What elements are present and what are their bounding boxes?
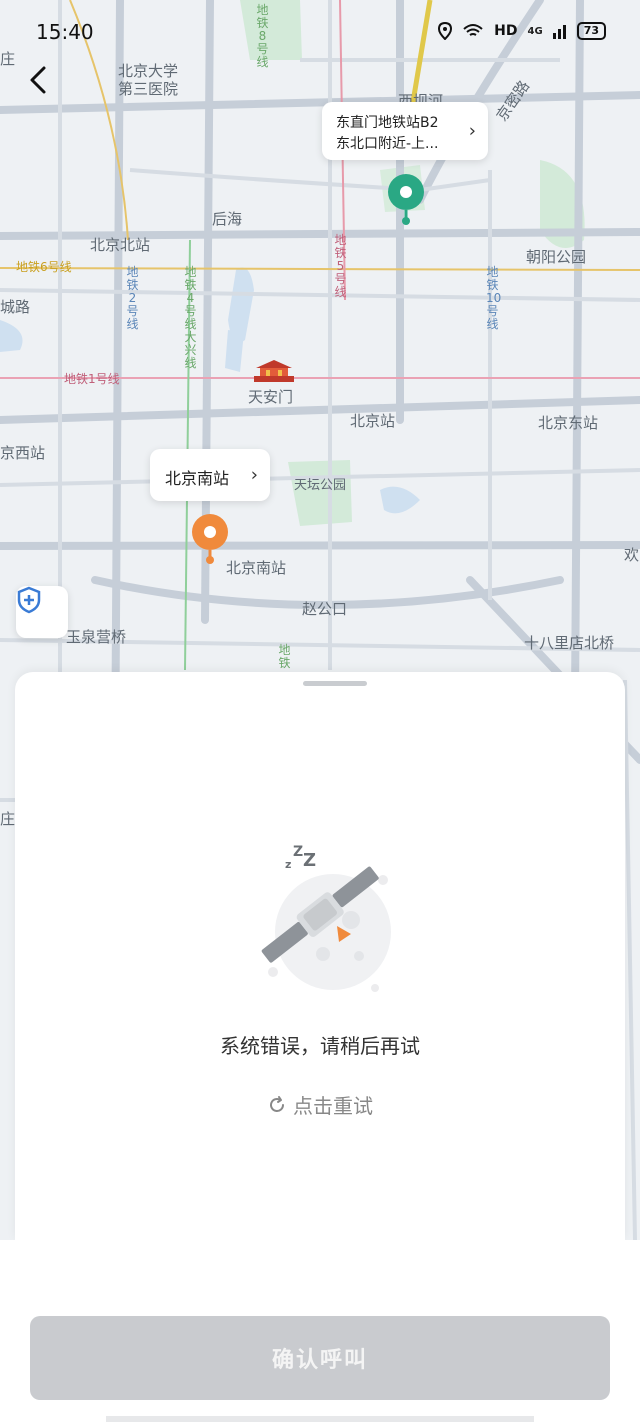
retry-button[interactable]: 点击重试 [15, 1090, 625, 1119]
destination-bubble[interactable]: 东直门地铁站B2 东北口附近-上... › [322, 102, 488, 160]
location-icon [438, 22, 453, 40]
map-label-huan: 欢 [624, 546, 640, 564]
map-label-yuquanying: 玉泉营桥 [66, 628, 127, 646]
network-hd: HD [494, 23, 518, 39]
map-label-beijing-east: 北京东站 [538, 414, 599, 432]
footer: 确认呼叫 [0, 1240, 640, 1422]
map-label-metro2: 地铁2号线 [126, 265, 139, 331]
status-icons: HD 4G 73 [438, 22, 606, 40]
svg-text:Z: Z [303, 850, 316, 871]
destination-pin-icon [388, 174, 424, 225]
refresh-icon [270, 1095, 284, 1112]
map-label-metro1: 地铁1号线 [64, 372, 120, 386]
map-label-zhuang2: 庄 [0, 810, 16, 828]
svg-text:Z: Z [293, 844, 303, 860]
confirm-call-button[interactable]: 确认呼叫 [30, 1316, 610, 1400]
battery-indicator: 73 [576, 22, 606, 40]
map-label-metro4: 地铁4号线大兴线 [184, 265, 197, 370]
satellite-error-illustration: Z Z z [261, 844, 391, 992]
destination-line2: 东北口附近-上... [336, 136, 439, 152]
map-label-shibalidian: 十八里店北桥 [524, 634, 615, 652]
map-label-chaoyang-park: 朝阳公园 [526, 248, 587, 266]
map-label-beijing-south: 北京南站 [226, 559, 287, 577]
wifi-icon [463, 24, 483, 36]
chevron-right-icon: › [468, 120, 476, 142]
status-time: 15:40 [36, 20, 94, 44]
map-label-houhai: 后海 [212, 210, 243, 228]
error-message: 系统错误，请稍后再试 [220, 1034, 420, 1058]
status-bar: 15:40 HD 4G 73 [0, 0, 640, 64]
map-label-beijing-west: 京西站 [0, 444, 46, 462]
retry-label: 点击重试 [293, 1094, 373, 1118]
map-label-metro6: 地铁6号线 [16, 260, 72, 274]
pickup-bubble[interactable]: 北京南站 › [150, 449, 270, 501]
back-button[interactable] [24, 62, 56, 98]
chevron-left-icon [30, 66, 46, 94]
svg-text:z: z [285, 858, 291, 871]
destination-line1: 东直门地铁站B2 [336, 115, 439, 131]
signal-icon [552, 25, 566, 39]
map-label-beijing-north: 北京北站 [90, 236, 151, 254]
map-label-beijing-station: 北京站 [350, 412, 396, 430]
map-label-metro13: 地铁 [278, 643, 291, 670]
map-label-pku3: 北京大学 第三医院 [118, 62, 179, 98]
map-label-temple-heaven: 天坛公园 [294, 478, 347, 493]
bottom-sheet[interactable]: Z Z z 系统错误，请稍后再试 点击重试 [15, 672, 625, 1240]
tiananmen-icon [254, 360, 294, 382]
pickup-pin-icon [192, 514, 228, 564]
shield-plus-icon [17, 586, 41, 614]
sheet-drag-handle[interactable] [303, 681, 367, 686]
gesture-nav-bar[interactable] [106, 1416, 534, 1422]
map-label-metro5: 地铁5号线 [334, 233, 347, 299]
signal-4g: 4G [527, 25, 543, 37]
map-label-metro10: 地铁10号线 [486, 265, 502, 331]
map-label-tiananmen: 天安门 [248, 388, 294, 406]
map-label-xizhi: 城路 [0, 298, 31, 316]
chevron-right-icon: › [250, 464, 258, 486]
pickup-label: 北京南站 [165, 469, 230, 488]
safety-shield-button[interactable] [16, 586, 68, 638]
map-label-zhaogongkou: 赵公口 [302, 600, 348, 618]
